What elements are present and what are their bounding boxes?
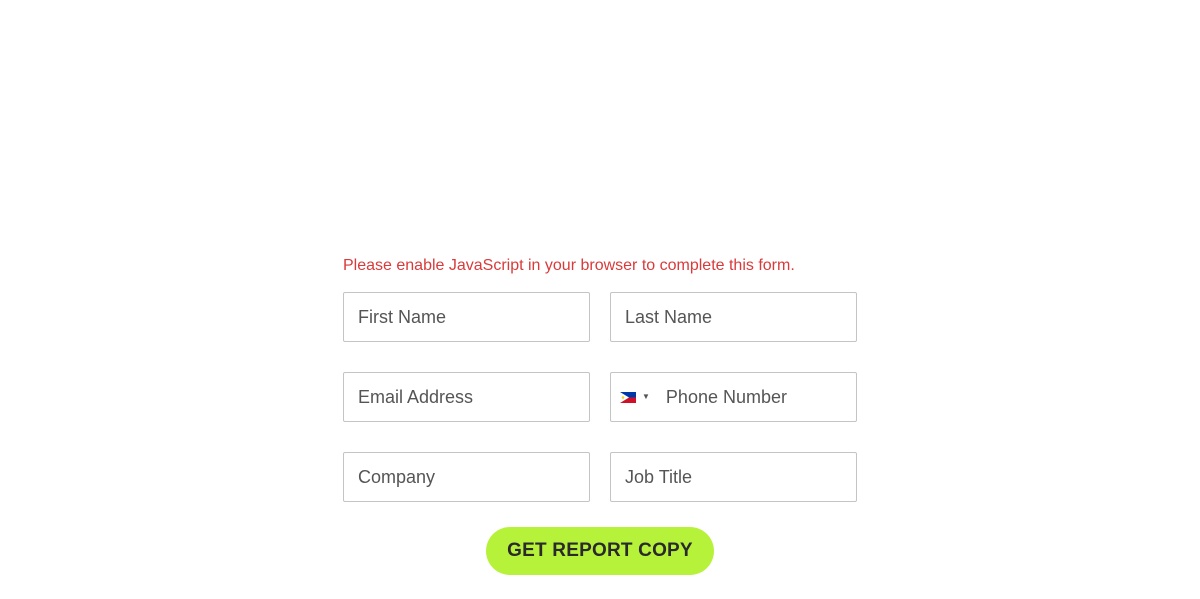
first-name-field[interactable] [343, 292, 590, 342]
philippines-flag-icon [620, 391, 636, 403]
email-field[interactable] [343, 372, 590, 422]
form-row-name [343, 292, 857, 342]
phone-number-field[interactable] [649, 373, 856, 421]
last-name-field[interactable] [610, 292, 857, 342]
form-row-contact: ▼ [343, 372, 857, 422]
get-report-copy-button[interactable]: GET REPORT COPY [486, 527, 714, 575]
country-code-select[interactable]: ▼ [611, 373, 650, 421]
form-row-work [343, 452, 857, 502]
job-title-field[interactable] [610, 452, 857, 502]
javascript-warning: Please enable JavaScript in your browser… [343, 257, 795, 274]
submit-row: GET REPORT COPY [343, 527, 857, 575]
chevron-down-icon: ▼ [642, 392, 650, 401]
report-request-form: Please enable JavaScript in your browser… [343, 256, 857, 575]
page: Please enable JavaScript in your browser… [0, 0, 1200, 599]
company-field[interactable] [343, 452, 590, 502]
phone-field-wrapper: ▼ [610, 372, 857, 422]
